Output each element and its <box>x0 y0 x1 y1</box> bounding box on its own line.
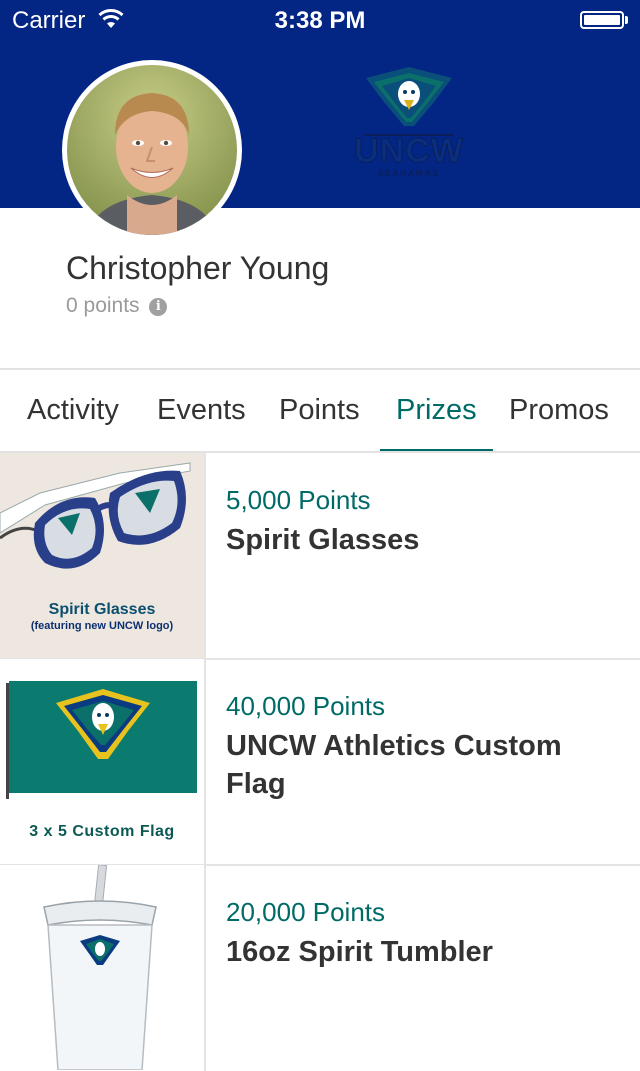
info-icon[interactable]: i <box>149 298 168 316</box>
prize-image-spirit-glasses: Spirit Glasses (featuring new UNCW logo) <box>0 453 204 658</box>
status-bar: Carrier 3:38 PM <box>0 0 640 40</box>
profile-avatar[interactable] <box>62 60 242 240</box>
svg-text:UNCW: UNCW <box>354 132 464 170</box>
uncw-logo: UNCW SEAHAWKS <box>354 64 464 189</box>
prize-points: 20,000 Points <box>226 897 386 927</box>
tab-events[interactable]: Events <box>157 394 246 427</box>
profile-name: Christopher Young <box>66 250 330 286</box>
prize-image-caption: 3 x 5 Custom Flag <box>29 823 175 840</box>
row-vertical-divider <box>204 865 206 1071</box>
row-vertical-divider <box>204 659 206 865</box>
profile-points-line: 0 points i <box>66 294 168 318</box>
prize-image-subcaption: (featuring new UNCW logo) <box>30 620 174 632</box>
status-time: 3:38 PM <box>274 7 366 34</box>
tab-points[interactable]: Points <box>279 394 360 427</box>
battery-tip <box>625 16 628 24</box>
prize-title: UNCW Athletics Custom Flag <box>226 730 562 800</box>
profile-points: 0 points <box>66 294 140 317</box>
prize-image-custom-flag: 3 x 5 Custom Flag <box>0 659 204 864</box>
tab-prizes[interactable]: Prizes <box>396 394 477 427</box>
row-vertical-divider <box>204 453 206 659</box>
prize-title: 16oz Spirit Tumbler <box>226 936 493 968</box>
svg-text:SEAHAWKS: SEAHAWKS <box>378 169 440 178</box>
battery-icon <box>580 11 624 29</box>
prize-item[interactable]: Spirit Glasses (featuring new UNCW logo)… <box>0 453 640 660</box>
tab-bar: Activity Events Points Prizes Promos <box>0 370 640 452</box>
tab-activity[interactable]: Activity <box>27 394 119 427</box>
prize-item[interactable]: 20,000 Points 16oz Spirit Tumbler <box>0 865 640 1071</box>
tab-promos[interactable]: Promos <box>509 394 609 427</box>
prize-title: Spirit Glasses <box>226 524 420 556</box>
prize-item[interactable]: 3 x 5 Custom Flag 40,000 Points UNCW Ath… <box>0 659 640 866</box>
prize-points: 5,000 Points <box>226 485 371 515</box>
prize-image-spirit-tumbler <box>0 865 204 1070</box>
prize-image-caption: Spirit Glasses <box>48 601 156 618</box>
prize-points: 40,000 Points <box>226 691 386 721</box>
